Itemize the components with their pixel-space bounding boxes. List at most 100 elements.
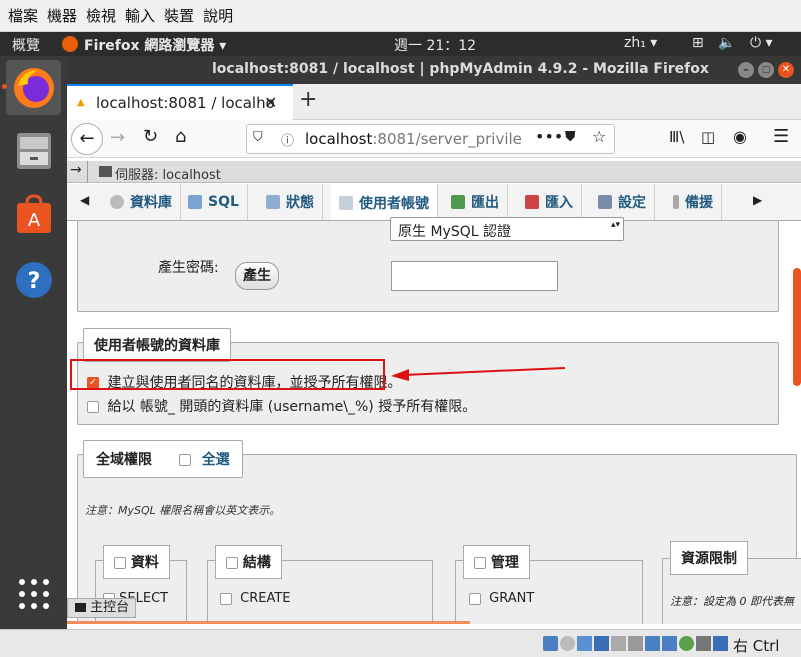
tabs-scroll-left-icon[interactable]: ◀ <box>80 193 89 207</box>
bookmark-star-icon[interactable]: ☆ <box>592 127 606 146</box>
hdd-icon[interactable] <box>543 636 558 651</box>
priv-grant[interactable]: GRANT <box>469 591 534 606</box>
maximize-button[interactable]: ▢ <box>758 62 774 78</box>
generated-password-input[interactable] <box>391 261 558 291</box>
tab-active[interactable]: ▲ localhost:8081 / localho ✕ <box>67 84 293 120</box>
export-icon <box>451 195 465 209</box>
activities-button[interactable]: 概覽 <box>12 35 40 55</box>
url-text[interactable]: localhost:8081/server_privile <box>305 130 522 148</box>
auth-plugin-value: 原生 MySQL 認證 <box>398 224 511 240</box>
network-adapter-icon[interactable] <box>594 636 609 651</box>
select-all-checkbox[interactable] <box>178 454 191 466</box>
highlight-box <box>70 359 385 390</box>
vm-menubar: 檔案 機器 檢視 輸入 裝置 說明 <box>0 0 801 32</box>
page-actions-icon[interactable]: ••• <box>535 127 563 146</box>
admin-group-checkbox[interactable] <box>474 557 486 569</box>
dock-software[interactable]: A <box>6 186 61 241</box>
reload-button[interactable]: ↻ <box>143 126 158 147</box>
console-label: 主控台 <box>90 600 130 615</box>
shared-folder-icon[interactable] <box>628 636 643 651</box>
structure-group-checkbox[interactable] <box>226 557 238 569</box>
cpu-icon[interactable] <box>696 636 711 651</box>
breadcrumb: → 伺服器: localhost <box>67 161 801 183</box>
show-apps-button[interactable] <box>6 566 61 621</box>
ubuntu-dock: A ? <box>0 56 67 629</box>
breadcrumb-server[interactable]: 伺服器: localhost <box>115 164 221 183</box>
tab-status[interactable]: 狀態 <box>258 184 323 220</box>
forward-button[interactable]: → <box>110 127 125 148</box>
guest-additions-icon[interactable] <box>679 636 694 651</box>
ime-label: zh₁ <box>624 35 646 51</box>
generate-password-button[interactable]: 產生 <box>235 262 279 290</box>
usb-icon[interactable] <box>611 636 626 651</box>
dock-help[interactable]: ? <box>6 252 61 307</box>
priv-grant-checkbox[interactable] <box>469 592 481 605</box>
new-tab-button[interactable]: + <box>299 87 317 112</box>
annotation-arrow <box>391 367 566 381</box>
horizontal-scroll-indicator[interactable] <box>67 621 470 624</box>
priv-create[interactable]: CREATE <box>220 591 291 606</box>
tab-databases-label: 資料庫 <box>130 195 172 211</box>
tab-settings[interactable]: 設定 <box>590 184 655 220</box>
pocket-icon[interactable]: ⛊ <box>565 129 576 145</box>
console-toggle[interactable]: 主控台 <box>67 598 136 618</box>
network-icon[interactable]: ⊞ <box>692 35 704 51</box>
console-icon <box>75 603 86 612</box>
vm-menu-input[interactable]: 輸入 <box>125 5 155 26</box>
audio-icon[interactable] <box>577 636 592 651</box>
global-privileges-legend: 全域權限 全選 <box>83 440 243 478</box>
help-icon: ? <box>15 261 52 298</box>
clock[interactable]: 週一 21：12 <box>394 35 476 55</box>
dock-firefox[interactable] <box>6 60 61 115</box>
app-menu[interactable]: Firefox 網路瀏覽器 ▾ <box>84 35 226 55</box>
collapse-arrow-icon[interactable]: → <box>70 162 82 178</box>
vm-menu-devices[interactable]: 裝置 <box>164 5 194 26</box>
sidebar-icon[interactable]: ◫ <box>701 128 715 146</box>
auth-plugin-select[interactable]: 原生 MySQL 認證 ▴▾ <box>390 217 624 241</box>
wildcard-db-checkbox[interactable] <box>87 401 99 413</box>
menu-icon[interactable]: ☰ <box>773 126 789 147</box>
vm-status-icons <box>543 636 728 651</box>
admin-group-legend: 管理 <box>463 545 530 579</box>
priv-create-checkbox[interactable] <box>220 592 232 605</box>
close-window-button[interactable]: ✕ <box>778 62 794 78</box>
vm-menu-machine[interactable]: 機器 <box>47 5 77 26</box>
video-capture-icon[interactable] <box>662 636 677 651</box>
option-grant-wildcard-db[interactable]: 給以 帳號_ 開頭的資料庫 (username\_%) 授予所有權限。 <box>87 396 476 416</box>
ime-indicator[interactable]: zh₁ ▾ <box>624 35 657 51</box>
tab-export[interactable]: 匯出 <box>443 184 508 220</box>
structure-group-label: 結構 <box>242 555 271 571</box>
admin-privileges-group: 管理 GRANT <box>455 545 643 624</box>
library-icon[interactable]: Ⅲ\ <box>669 128 684 146</box>
display-icon[interactable] <box>645 636 660 651</box>
info-icon[interactable]: ⓘ <box>281 130 294 149</box>
power-icon[interactable]: ⏻ ▾ <box>750 35 773 51</box>
data-group-legend: 資料 <box>103 545 170 579</box>
tab-close-icon[interactable]: ✕ <box>264 93 277 112</box>
vm-menu-view[interactable]: 檢視 <box>86 5 116 26</box>
mouse-integration-icon[interactable] <box>713 636 728 651</box>
vertical-scrollbar-thumb[interactable] <box>793 268 801 386</box>
tab-sql[interactable]: SQL <box>180 184 248 220</box>
minimize-button[interactable]: – <box>738 62 754 78</box>
tab-import[interactable]: 匯入 <box>517 184 582 220</box>
vm-menu-file[interactable]: 檔案 <box>8 5 38 26</box>
home-button[interactable]: ⌂ <box>175 126 186 147</box>
optical-drive-icon[interactable] <box>560 636 575 651</box>
data-group-checkbox[interactable] <box>114 557 126 569</box>
account-icon[interactable]: ◉ <box>733 127 747 146</box>
dock-files[interactable] <box>6 122 61 177</box>
tabs-scroll-right-icon[interactable]: ▶ <box>753 193 762 207</box>
wildcard-db-label: 給以 帳號_ 開頭的資料庫 (username\_%) 授予所有權限。 <box>107 399 477 415</box>
shield-icon[interactable]: ⛉ <box>253 130 263 145</box>
app-menu-label: Firefox 網路瀏覽器 <box>84 38 215 54</box>
url-bar[interactable]: ⛉ ⓘ localhost:8081/server_privile ••• ⛊ … <box>246 124 615 154</box>
volume-icon[interactable]: 🔈 <box>718 35 735 51</box>
window-titlebar: localhost:8081 / localhost | phpMyAdmin … <box>67 56 801 84</box>
tab-replication[interactable]: 備援 <box>665 184 722 220</box>
vm-menu-help[interactable]: 說明 <box>203 5 233 26</box>
back-button[interactable]: ← <box>71 123 103 155</box>
tab-title: localhost:8081 / localho <box>96 94 275 112</box>
select-all-link[interactable]: 全選 <box>202 452 230 468</box>
tab-databases[interactable]: 資料庫 <box>102 184 181 220</box>
